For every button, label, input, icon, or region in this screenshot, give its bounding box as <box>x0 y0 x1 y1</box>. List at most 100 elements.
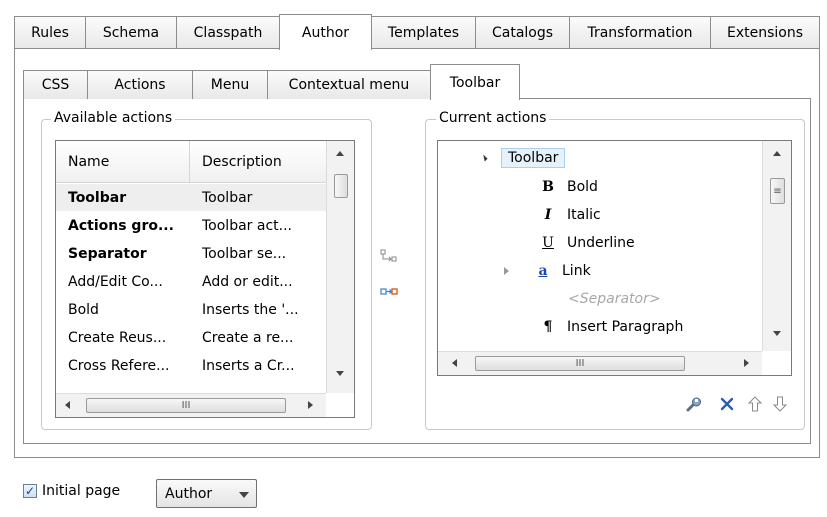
row-description: Toolbar act... <box>202 217 292 234</box>
move-up-icon[interactable] <box>747 395 763 413</box>
scroll-left-arrow-icon[interactable] <box>452 359 457 367</box>
available-actions-table[interactable]: Name Description Toolbar Toolbar Actions… <box>55 140 355 418</box>
table-row[interactable]: Create Reus... Create a re... <box>56 324 326 351</box>
scroll-up-arrow-icon[interactable] <box>773 151 781 156</box>
tab-contextual-menu[interactable]: Contextual menu <box>267 70 431 99</box>
vertical-scrollbar[interactable] <box>326 141 354 393</box>
row-name: Add/Edit Co... <box>68 273 163 290</box>
tree-node-bold[interactable]: B Bold <box>538 174 598 200</box>
tab-classpath[interactable]: Classpath <box>176 16 280 49</box>
tree-node-underline[interactable]: U Underline <box>538 230 635 256</box>
tab-rules[interactable]: Rules <box>14 16 86 49</box>
initial-page-label[interactable]: Initial page <box>42 483 120 499</box>
tab-label: Schema <box>102 25 160 41</box>
paragraph-icon: ¶ <box>543 319 553 335</box>
scroll-down-arrow-icon[interactable] <box>336 371 344 376</box>
scrollbar-thumb[interactable]: ≡ <box>770 178 785 204</box>
scroll-right-arrow-icon[interactable] <box>308 401 313 409</box>
row-name: Cross Refere... <box>68 357 170 374</box>
tab-transformation[interactable]: Transformation <box>569 16 711 49</box>
column-header-name[interactable]: Name <box>56 141 190 182</box>
row-name: Actions gro... <box>68 217 174 234</box>
table-row[interactable]: Separator Toolbar se... <box>56 240 326 267</box>
tab-label: Actions <box>114 77 166 93</box>
tab-label: Extensions <box>726 25 804 41</box>
tab-catalogs[interactable]: Catalogs <box>475 16 570 49</box>
tab-label: Templates <box>387 25 460 41</box>
tree-node-separator[interactable]: <Separator> <box>568 286 661 312</box>
tree-node-label: Bold <box>567 179 598 195</box>
table-row[interactable]: Bold Inserts the '... <box>56 296 326 323</box>
tab-menu[interactable]: Menu <box>192 70 268 99</box>
scroll-up-arrow-icon[interactable] <box>336 151 344 156</box>
underline-icon: U <box>542 235 554 251</box>
scrollbar-thumb[interactable]: III <box>86 398 286 413</box>
tab-label: Menu <box>210 77 250 93</box>
table-row[interactable]: Add/Edit Co... Add or edit... <box>56 268 326 295</box>
tab-toolbar[interactable]: Toolbar <box>430 64 520 100</box>
current-actions-title: Current actions <box>436 110 550 126</box>
tab-schema[interactable]: Schema <box>85 16 177 49</box>
collapsed-triangle-icon[interactable] <box>504 267 509 275</box>
column-header-description[interactable]: Description <box>190 154 326 170</box>
scrollbar-thumb[interactable] <box>334 174 348 198</box>
chevron-down-icon[interactable] <box>239 492 249 498</box>
horizontal-scrollbar[interactable]: III <box>438 351 762 375</box>
italic-icon: I <box>544 207 552 223</box>
add-action-icon[interactable] <box>380 285 398 299</box>
available-actions-title: Available actions <box>51 110 176 126</box>
scrollbar-grip: III <box>181 400 191 411</box>
tree-node-toolbar[interactable]: Toolbar <box>480 145 566 171</box>
vertical-scrollbar[interactable]: ≡ <box>762 141 791 351</box>
tree-node-label: Italic <box>567 207 601 223</box>
tab-label: Catalogs <box>491 25 554 41</box>
row-name: Create Reus... <box>68 329 167 346</box>
initial-page-checkbox[interactable]: ✓ <box>23 484 37 498</box>
tree-node-italic[interactable]: I Italic <box>538 202 601 228</box>
tree-node-label: Toolbar <box>501 148 566 168</box>
tab-templates[interactable]: Templates <box>371 16 476 49</box>
tab-css[interactable]: CSS <box>23 70 88 99</box>
tab-label: Toolbar <box>449 74 501 91</box>
row-description: Toolbar <box>202 189 253 206</box>
tree-node-link[interactable]: a Link <box>504 258 591 284</box>
tab-label: Transformation <box>587 25 693 41</box>
tab-author[interactable]: Author <box>279 14 372 50</box>
scroll-right-arrow-icon[interactable] <box>744 359 749 367</box>
tab-label: Classpath <box>193 25 263 41</box>
tree-node-insert-paragraph[interactable]: ¶ Insert Paragraph <box>538 314 684 340</box>
bold-icon: B <box>542 179 554 195</box>
row-name: Bold <box>68 301 99 318</box>
initial-page-select[interactable]: Author <box>156 479 257 508</box>
tab-actions[interactable]: Actions <box>87 70 193 99</box>
scrollbar-grip: III <box>575 358 585 369</box>
initial-page-value: Author <box>165 485 213 502</box>
tree-node-label: Link <box>562 263 591 279</box>
scrollbar-thumb[interactable]: III <box>475 356 685 371</box>
scroll-down-arrow-icon[interactable] <box>773 331 781 336</box>
tab-label: CSS <box>41 77 70 93</box>
row-name: Toolbar <box>68 189 127 206</box>
add-as-child-icon[interactable] <box>380 249 398 263</box>
row-name: Separator <box>68 245 147 262</box>
tab-label: Rules <box>31 25 69 41</box>
horizontal-scrollbar[interactable]: III <box>56 393 326 417</box>
tree-node-label: Insert Paragraph <box>567 319 684 335</box>
scroll-left-arrow-icon[interactable] <box>65 401 70 409</box>
move-down-icon[interactable] <box>772 395 788 413</box>
row-description: Toolbar se... <box>202 245 287 262</box>
current-actions-tree[interactable]: Toolbar B Bold I Italic U Underline a Li… <box>437 140 792 376</box>
row-description: Create a re... <box>202 329 294 346</box>
table-row[interactable]: Actions gro... Toolbar act... <box>56 212 326 239</box>
table-row[interactable]: Toolbar Toolbar <box>56 184 326 211</box>
wrench-icon[interactable] <box>684 395 704 415</box>
table-row[interactable]: Cross Refere... Inserts a Cr... <box>56 352 326 379</box>
expanded-triangle-icon[interactable] <box>480 154 488 162</box>
table-header: Name Description <box>56 141 326 183</box>
row-description: Add or edit... <box>202 273 293 290</box>
delete-icon[interactable] <box>718 395 736 413</box>
tab-extensions[interactable]: Extensions <box>710 16 820 49</box>
row-description: Inserts the '... <box>202 301 299 318</box>
row-description: Inserts a Cr... <box>202 357 295 374</box>
tab-label: Author <box>301 24 350 41</box>
